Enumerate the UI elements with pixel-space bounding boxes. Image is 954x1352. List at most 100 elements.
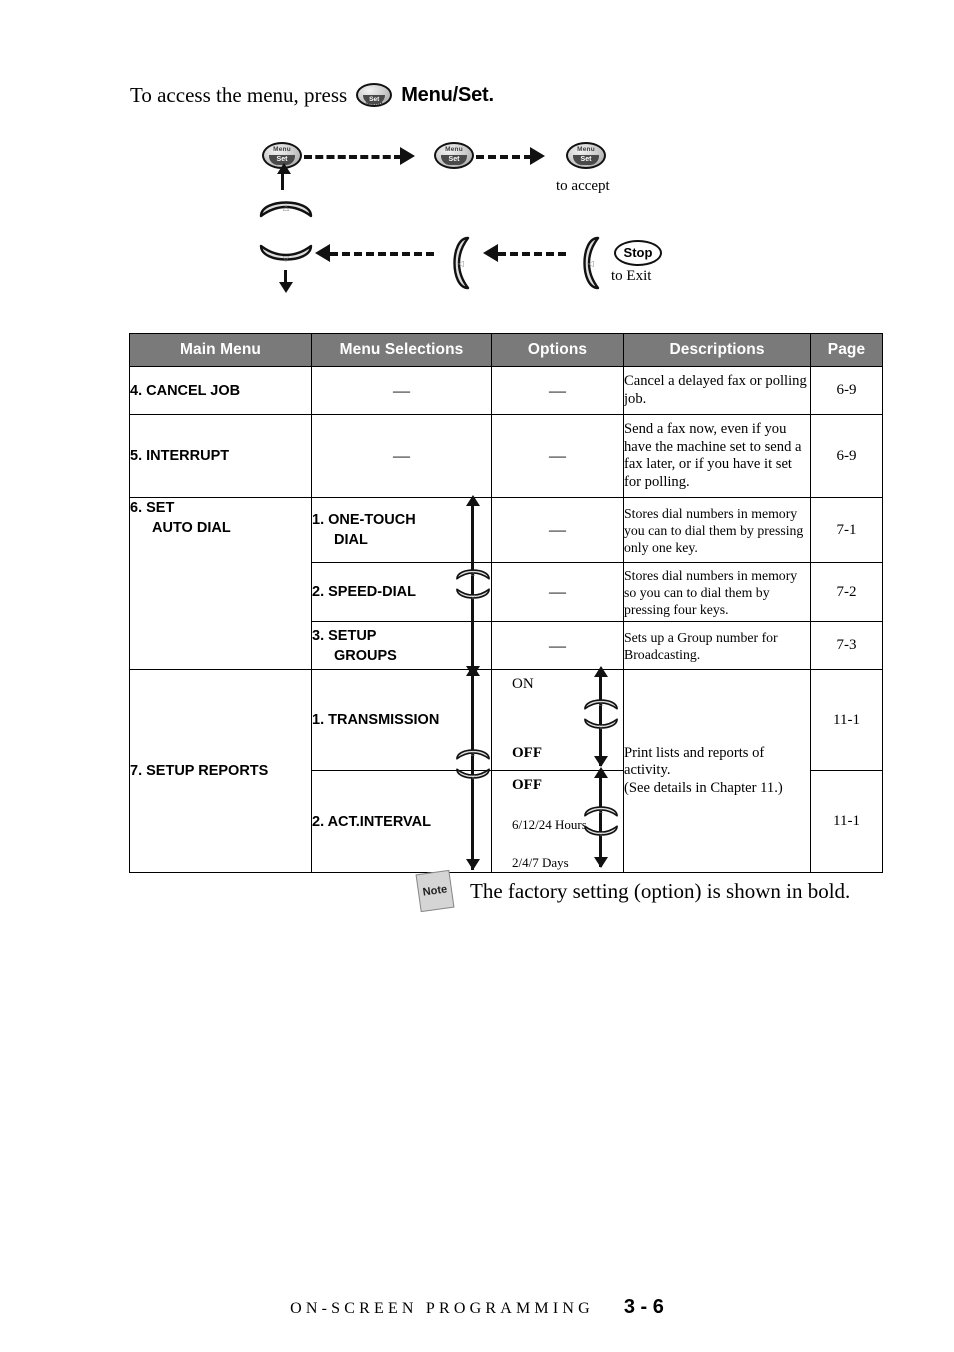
- svg-text:▽: ▽: [471, 775, 476, 781]
- options-nav-head-up: [594, 767, 608, 778]
- cell-options: —: [491, 366, 624, 415]
- menu-selection-line1: 1. ONE-TOUCH: [312, 512, 416, 528]
- svg-text:△: △: [283, 203, 290, 212]
- cell-main-menu: 4. CANCEL JOB: [129, 366, 312, 415]
- vertical-nav-head-up: [466, 495, 480, 506]
- flow-menu-set-button-3: Menu Set: [566, 142, 606, 169]
- cell-description: Sets up a Group number for Broadcasting.: [623, 621, 811, 670]
- dashed-connector-4: [498, 252, 566, 256]
- column-header-main-menu: Main Menu: [129, 333, 312, 367]
- cell-main-menu: 7. SETUP REPORTS: [129, 669, 312, 873]
- cell-page: 7-3: [810, 621, 883, 670]
- cell-options: OFF 6/12/24 Hours 2/4/7 Days △ ▽: [491, 767, 624, 873]
- to-exit-label: to Exit: [611, 268, 652, 284]
- table-header-row: Main Menu Menu Selections Options Descri…: [129, 333, 883, 367]
- description-line2: activity.: [624, 762, 671, 779]
- cell-page: 6-9: [810, 414, 883, 498]
- dashed-connector-1: [304, 155, 402, 159]
- options-nav-head-down: [594, 857, 608, 868]
- cell-options: —: [491, 414, 624, 498]
- stop-button-icon: Stop: [614, 240, 662, 266]
- page-footer: ON-SCREEN PROGRAMMING 3 - 6: [0, 1296, 954, 1319]
- cell-main-menu: 5. INTERRUPT: [129, 414, 312, 498]
- arrow-up-key-icon: △: [583, 690, 619, 717]
- menu-set-line2: Set: [573, 155, 599, 165]
- note-icon: Note: [415, 869, 455, 913]
- flow-menu-set-button-2: Menu Set: [434, 142, 474, 169]
- column-header-descriptions: Descriptions: [623, 333, 811, 367]
- cell-page: 6-9: [810, 366, 883, 415]
- cell-options: ON OFF △ ▽: [491, 666, 624, 771]
- menu-set-line2: Set: [441, 155, 467, 165]
- arrow-down-key-icon: ▽: [583, 823, 619, 850]
- cell-main-menu: 6. SET AUTO DIAL: [129, 497, 312, 670]
- menu-reference-table: Main Menu Menu Selections Options Descri…: [129, 333, 883, 873]
- cell-options: —: [491, 621, 624, 670]
- svg-text:▽: ▽: [283, 254, 290, 263]
- cell-menu-selection: 1. TRANSMISSION △ ▽: [311, 665, 492, 870]
- menu-set-line1: Menu: [577, 146, 595, 153]
- arrow-down-key-icon: ▽: [455, 766, 491, 794]
- cell-description: Stores dial numbers in memory you can to…: [623, 497, 811, 563]
- arrow-down-key-icon: ▽: [583, 716, 619, 743]
- cell-options: —: [491, 562, 624, 622]
- vertical-nav-head-down: [466, 859, 480, 870]
- arrow-left-2: [483, 244, 498, 262]
- arrow-up-key-icon: △: [583, 797, 619, 824]
- table-row: 6. SET AUTO DIAL 1. ONE-TOUCH DIAL △ ▽ —…: [129, 495, 883, 677]
- description-line1: Print lists and reports of: [624, 744, 765, 761]
- svg-text:◁: ◁: [457, 259, 464, 268]
- cell-page: 11-1: [810, 770, 883, 873]
- column-header-options: Options: [491, 333, 624, 367]
- cell-options: —: [491, 497, 624, 563]
- column-header-page: Page: [810, 333, 883, 367]
- menu-navigation-flow-diagram: Menu Set Menu Set Menu Set to accept △ ▽: [0, 130, 954, 305]
- cell-menu-selection: 3. SETUP GROUPS: [311, 621, 492, 670]
- arrow-left-key-icon-1: ◁: [440, 235, 472, 291]
- cell-description: Stores dial numbers in memory so you can…: [623, 562, 811, 622]
- cell-description: Send a fax now, even if you have the mac…: [623, 414, 811, 498]
- menu-set-line1: Menu: [445, 146, 463, 153]
- arrow-left-1: [315, 244, 330, 262]
- option-value: 6/12/24 Hours: [512, 817, 587, 832]
- option-value-bold: OFF: [512, 745, 542, 761]
- arrow-up-key-icon: △: [258, 188, 314, 220]
- arrow-right-2: [530, 147, 545, 165]
- arrow-up-key-icon: △: [455, 740, 491, 768]
- em-dash: —: [393, 446, 410, 465]
- svg-text:△: △: [599, 808, 604, 814]
- option-value: 2/4/7 Days: [512, 855, 569, 870]
- table-row: 5. INTERRUPT — — Send a fax now, even if…: [129, 414, 883, 498]
- table-row: 7. SETUP REPORTS 1. TRANSMISSION △ ▽ ON …: [129, 665, 883, 873]
- cell-page: 7-2: [810, 562, 883, 622]
- note-text: The factory setting (option) is shown in…: [470, 878, 851, 903]
- em-dash: —: [393, 380, 410, 400]
- menu-set-button-icon: Menu Set: [356, 83, 393, 107]
- cell-menu-selection: 1. ONE-TOUCH DIAL △ ▽: [311, 495, 492, 677]
- em-dash: —: [549, 380, 566, 400]
- svg-text:▽: ▽: [599, 725, 604, 731]
- vertical-nav-head-up: [466, 665, 480, 676]
- menu-selection-line1: 3. SETUP: [312, 627, 377, 644]
- intro-line: To access the menu, press Menu Set Menu/…: [130, 78, 494, 112]
- dashed-connector-2: [476, 155, 532, 159]
- intro-text-after: Menu/Set.: [401, 84, 494, 106]
- menu-set-line1: Menu: [365, 101, 383, 107]
- menu-selection-line2: DIAL: [334, 532, 368, 548]
- up-arrow-head: [277, 163, 291, 174]
- note-callout: Note The factory setting (option) is sho…: [415, 869, 851, 913]
- down-arrow-head: [279, 282, 293, 293]
- cell-menu-selection: —: [311, 414, 492, 498]
- to-accept-label: to accept: [556, 178, 610, 194]
- arrow-right-1: [400, 147, 415, 165]
- svg-text:◁: ◁: [587, 259, 594, 268]
- cell-menu-selection: 2. SPEED-DIAL: [311, 562, 492, 622]
- option-value: ON: [512, 676, 534, 692]
- cell-description: Print lists and reports of activity. (Se…: [623, 669, 811, 873]
- footer-page-number: 3 - 6: [623, 1296, 664, 1318]
- cell-page: 7-1: [810, 497, 883, 563]
- main-menu-line2: AUTO DIAL: [152, 520, 231, 536]
- em-dash: —: [549, 635, 566, 655]
- cell-description: Cancel a delayed fax or polling job.: [623, 366, 811, 415]
- cell-page: 11-1: [810, 669, 883, 771]
